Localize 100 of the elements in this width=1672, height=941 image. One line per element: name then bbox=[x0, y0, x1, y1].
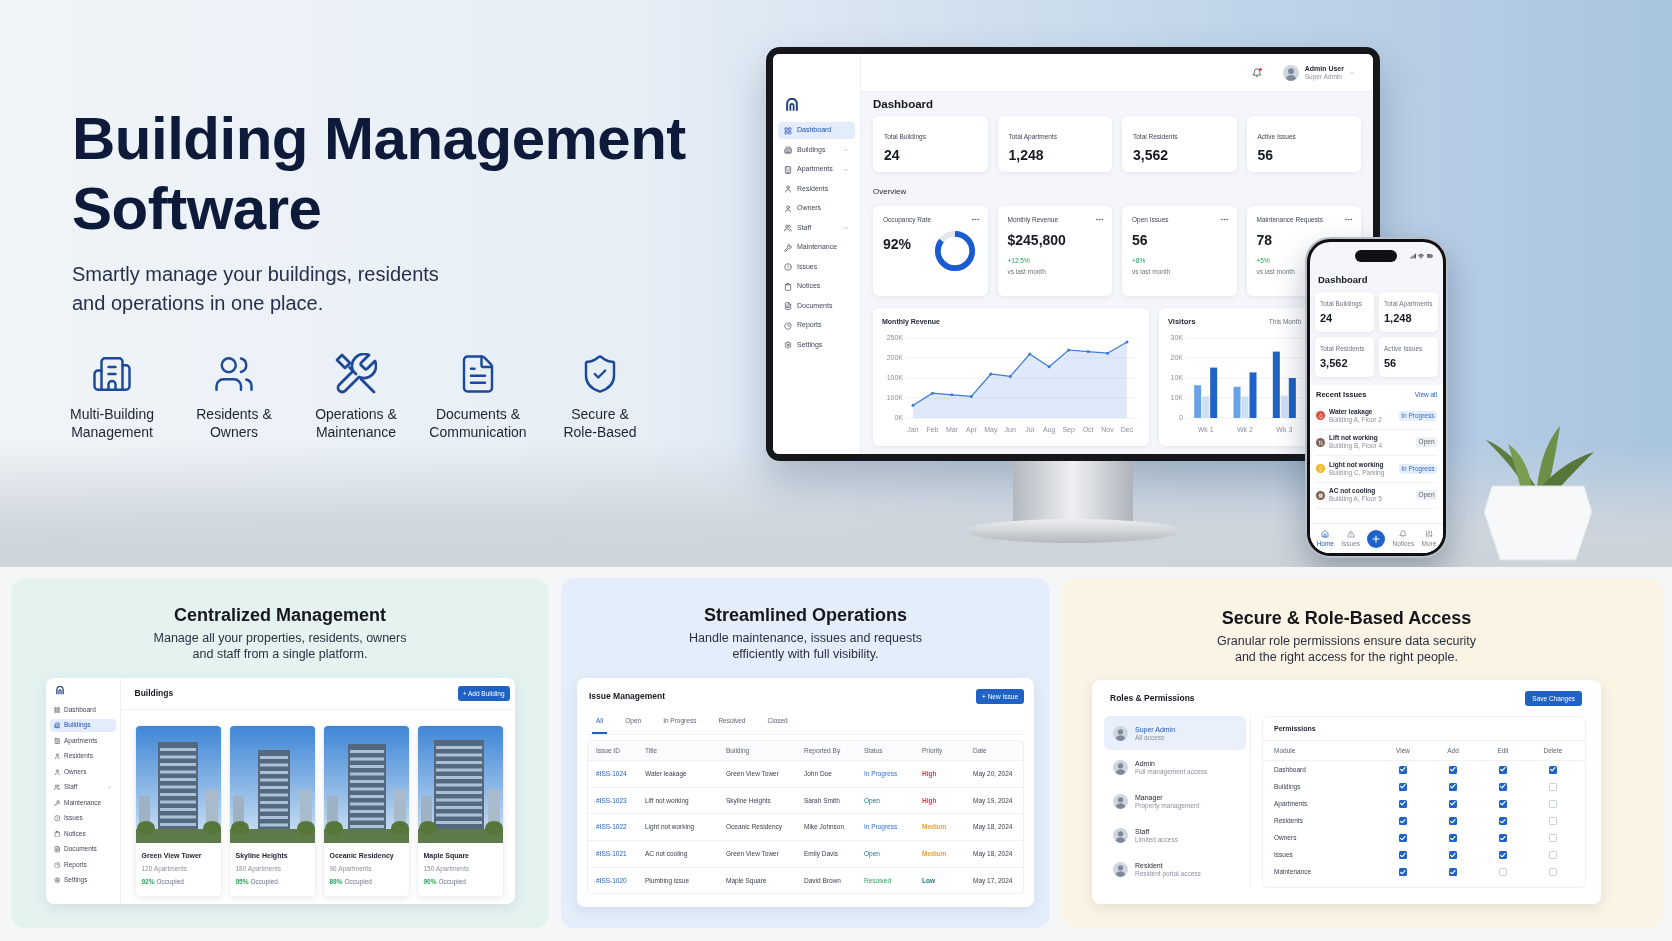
arch-logo-icon bbox=[55, 686, 64, 695]
data-point bbox=[989, 372, 993, 376]
checkbox[interactable] bbox=[1399, 868, 1407, 877]
data-point bbox=[1008, 374, 1012, 378]
checkbox[interactable] bbox=[1549, 868, 1557, 877]
building-icon bbox=[53, 737, 60, 744]
lightbulb-icon bbox=[1316, 464, 1325, 474]
card-value: 56 bbox=[1132, 232, 1148, 248]
avatar-icon bbox=[1113, 725, 1128, 741]
checkbox[interactable] bbox=[1549, 833, 1557, 842]
checkmark-icon bbox=[1400, 818, 1406, 824]
users-icon bbox=[784, 224, 792, 232]
feature-label: Operations & Maintenance bbox=[315, 405, 397, 441]
grid-icon bbox=[53, 706, 60, 713]
more-icon[interactable] bbox=[1344, 215, 1353, 224]
bell-icon bbox=[1399, 529, 1408, 538]
checkbox[interactable] bbox=[1499, 833, 1507, 842]
stat-value: 1,248 bbox=[1384, 312, 1413, 325]
checkbox[interactable] bbox=[1399, 799, 1407, 808]
sliders-icon bbox=[1424, 529, 1433, 538]
alert-icon bbox=[784, 263, 792, 271]
up-down-arrows-icon bbox=[1316, 437, 1325, 447]
add-button[interactable] bbox=[1367, 529, 1386, 548]
settings-icon bbox=[784, 341, 792, 349]
water-drop-icon bbox=[1316, 411, 1325, 421]
checkbox[interactable] bbox=[1449, 868, 1457, 877]
avatar-icon bbox=[1282, 64, 1299, 81]
checkmark-icon bbox=[1400, 784, 1406, 789]
card-description: Granular role permissions ensure data security and the right access for the right people. bbox=[1216, 633, 1477, 665]
checkbox[interactable] bbox=[1499, 782, 1507, 791]
section-title: Overview bbox=[873, 186, 908, 198]
checkmark-icon bbox=[1500, 784, 1506, 789]
checkbox[interactable] bbox=[1549, 782, 1557, 791]
checkbox[interactable] bbox=[1399, 816, 1407, 825]
home-icon bbox=[1321, 529, 1330, 538]
arch-logo-icon bbox=[786, 98, 798, 111]
data-point bbox=[950, 393, 954, 397]
checkmark-icon bbox=[1500, 835, 1506, 841]
checkbox[interactable] bbox=[1449, 816, 1457, 825]
checkbox[interactable] bbox=[1549, 799, 1557, 808]
data-point bbox=[1125, 340, 1129, 344]
document-icon bbox=[784, 302, 792, 310]
hero-title: Building Management Software bbox=[72, 104, 686, 244]
data-point bbox=[1028, 352, 1032, 356]
feature-label: Secure & Role-Based bbox=[563, 405, 637, 441]
feature-label: Multi-Building Management bbox=[69, 405, 154, 441]
checkmark-icon bbox=[1500, 767, 1506, 772]
bell-icon[interactable] bbox=[1251, 67, 1262, 78]
checkmark-icon bbox=[1400, 835, 1406, 841]
data-point bbox=[1047, 365, 1051, 369]
data-point bbox=[1086, 350, 1090, 354]
checkbox[interactable] bbox=[1399, 765, 1407, 774]
stat-value: 1,248 bbox=[1008, 147, 1045, 163]
checkmark-icon bbox=[1500, 801, 1506, 806]
settings-icon bbox=[53, 877, 60, 884]
building-icon bbox=[784, 146, 792, 154]
checkmark-icon bbox=[1400, 801, 1406, 806]
more-icon[interactable] bbox=[1219, 215, 1229, 224]
stat-value: 24 bbox=[1320, 312, 1334, 325]
checkbox[interactable] bbox=[1449, 765, 1457, 774]
user-icon bbox=[784, 185, 792, 193]
checkmark-icon bbox=[1400, 869, 1406, 875]
checkbox[interactable] bbox=[1449, 799, 1457, 808]
warning-icon bbox=[1346, 529, 1355, 538]
data-point bbox=[1106, 351, 1110, 355]
wifi-icon bbox=[1418, 253, 1424, 259]
card-description: Handle maintenance, issues and requests efficiently with full visibility. bbox=[689, 630, 922, 662]
checkmark-icon bbox=[1450, 835, 1456, 841]
checkbox[interactable] bbox=[1549, 765, 1557, 774]
data-point bbox=[969, 394, 973, 398]
grid-icon bbox=[784, 126, 792, 135]
checkmark-icon bbox=[1400, 852, 1406, 858]
data-point bbox=[911, 403, 915, 407]
card-description: Manage all your properties, residents, owners and staff from a single platform. bbox=[153, 630, 407, 662]
page-title: Dashboard bbox=[873, 97, 935, 111]
card-value: $245,800 bbox=[1007, 232, 1066, 248]
page-title: Buildings bbox=[134, 688, 174, 699]
checkbox[interactable] bbox=[1399, 782, 1407, 791]
building-icon bbox=[784, 165, 792, 174]
checkbox[interactable] bbox=[1499, 868, 1507, 877]
checkbox[interactable] bbox=[1549, 851, 1557, 859]
checkbox[interactable] bbox=[1449, 782, 1457, 791]
checkbox[interactable] bbox=[1499, 765, 1507, 774]
checkmark-icon bbox=[1500, 852, 1506, 858]
users-icon bbox=[53, 784, 60, 791]
checkbox[interactable] bbox=[1499, 799, 1507, 808]
wrench-icon bbox=[784, 243, 792, 252]
checkbox[interactable] bbox=[1499, 816, 1507, 825]
stat-value: 56 bbox=[1257, 147, 1275, 163]
user-icon bbox=[53, 753, 60, 760]
checkbox[interactable] bbox=[1449, 833, 1457, 842]
user-icon bbox=[784, 204, 792, 213]
checkbox[interactable] bbox=[1549, 816, 1557, 825]
more-icon[interactable] bbox=[970, 215, 980, 224]
card-value: 78 bbox=[1256, 232, 1273, 248]
more-icon[interactable] bbox=[1095, 215, 1104, 224]
checkmark-icon bbox=[1450, 801, 1456, 806]
stat-value: 56 bbox=[1384, 357, 1398, 370]
checkbox[interactable] bbox=[1399, 833, 1407, 842]
clipboard-icon bbox=[784, 282, 792, 291]
